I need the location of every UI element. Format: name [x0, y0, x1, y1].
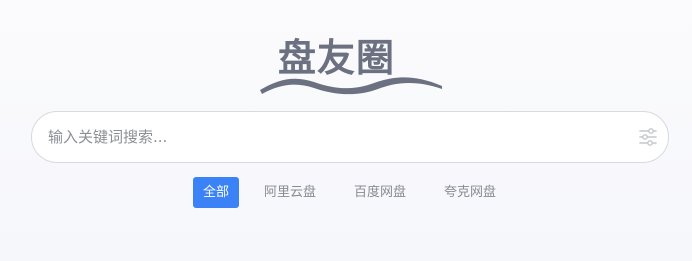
tab-baidu-netdisk[interactable]: 百度网盘: [354, 177, 406, 208]
source-tabs: 全部 阿里云盘 百度网盘 夸克网盘: [0, 177, 692, 209]
logo-wave-icon: [260, 77, 442, 95]
sliders-icon[interactable]: [638, 128, 658, 146]
search-box: [31, 111, 669, 163]
tab-all[interactable]: 全部: [193, 177, 239, 208]
tab-quark-drive[interactable]: 夸克网盘: [444, 177, 496, 208]
site-logo[interactable]: 盘友圈: [258, 34, 444, 98]
search-input[interactable]: [48, 112, 618, 162]
tab-aliyun-drive[interactable]: 阿里云盘: [264, 177, 316, 208]
